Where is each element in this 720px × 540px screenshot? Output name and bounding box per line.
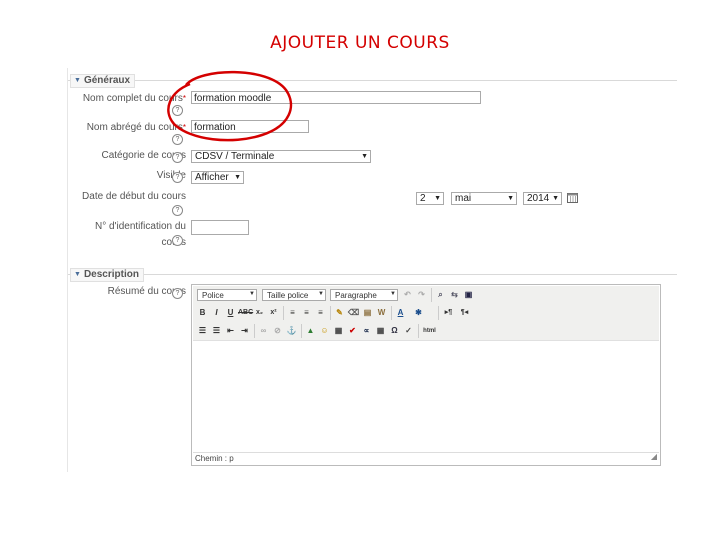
annotation-ellipse — [167, 70, 293, 142]
